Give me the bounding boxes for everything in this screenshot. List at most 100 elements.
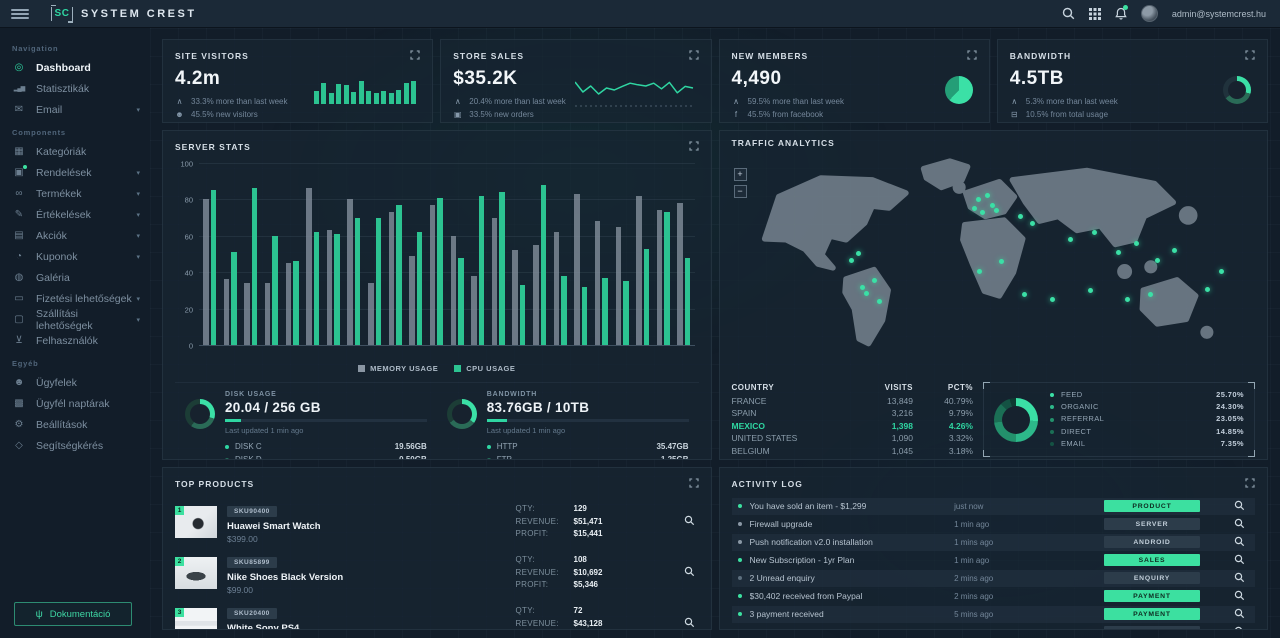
magnifier-icon[interactable] xyxy=(684,615,695,630)
sidebar-item-beallitasok[interactable]: ⚙Beállítások xyxy=(0,414,150,435)
map-marker-dot[interactable] xyxy=(1030,221,1035,226)
sidebar-item-felhasznalok[interactable]: ⊻Felhasználók xyxy=(0,330,150,351)
sidebar-item-fizetesi-lehetosegek[interactable]: ▭Fizetési lehetőségek▾ xyxy=(0,288,150,309)
activity-row[interactable]: $30,402 received from Paypal2 mins agoPA… xyxy=(732,588,1256,605)
search-icon[interactable] xyxy=(1062,7,1075,20)
map-zoom-in-button[interactable]: + xyxy=(734,168,747,181)
expand-icon[interactable] xyxy=(689,47,699,65)
notification-dot xyxy=(23,165,27,169)
sidebar-item-ugyfel-naptarak[interactable]: ▩ Ügyfél naptárak xyxy=(0,393,150,414)
sidebar-item-email[interactable]: ✉Email▾ xyxy=(0,99,150,120)
sidebar-item-label: Ügyfél naptárak xyxy=(36,398,110,410)
stat-line: ▣33.5% new orders xyxy=(453,108,566,121)
sidebar-item-termekek[interactable]: ∞Termékek▾ xyxy=(0,183,150,204)
map-marker-dot[interactable] xyxy=(860,285,865,290)
bar-pair xyxy=(616,227,629,345)
activity-row[interactable]: 2 Unread enquiry2 mins agoENQUIRY xyxy=(732,570,1256,587)
hamburger-menu-icon[interactable] xyxy=(11,9,29,19)
activity-row[interactable]: Firewall upgrade1 min agoSERVER xyxy=(732,516,1256,533)
magnifier-icon[interactable] xyxy=(1234,518,1245,531)
map-marker-dot[interactable] xyxy=(872,278,877,283)
sidebar-item-segitsegkeres[interactable]: ◇Segítségkérés xyxy=(0,435,150,456)
sidebar-item-statisztikak[interactable]: ▂▄▆Statisztikák xyxy=(0,78,150,99)
glasses-icon: ∞ xyxy=(12,188,26,199)
activity-dot-icon xyxy=(738,522,742,526)
map-marker-dot[interactable] xyxy=(1018,214,1023,219)
chevron-down-icon: ▾ xyxy=(136,211,140,219)
table-row[interactable]: BELGIUM1,0453.18% xyxy=(732,445,974,458)
stat-line-text: 20.4% more than last week xyxy=(469,95,566,108)
product-row: 2SKU85899Nike Shoes Black Version$99.00Q… xyxy=(175,551,699,595)
bar-pair xyxy=(368,218,381,345)
activity-row[interactable]: 3 payment received5 mins agoPAYMENT xyxy=(732,606,1256,623)
map-marker-dot[interactable] xyxy=(849,258,854,263)
activity-dot-icon xyxy=(738,504,742,508)
documentation-button[interactable]: ψ Dokumentáció xyxy=(14,602,132,626)
user-avatar[interactable] xyxy=(1141,5,1158,22)
sidebar-item-akciok[interactable]: ▤Akciók▾ xyxy=(0,225,150,246)
activity-row[interactable]: Push notification v2.0 installation1 min… xyxy=(732,534,1256,551)
expand-icon[interactable] xyxy=(967,47,977,65)
table-row[interactable]: FRANCE13,84940.79% xyxy=(732,395,974,408)
map-marker-dot[interactable] xyxy=(1205,287,1210,292)
table-header-row: COUNTRYVISITSPCT% xyxy=(732,382,974,395)
usage-row-value: 0.50GB xyxy=(399,453,427,460)
magnifier-icon[interactable] xyxy=(1234,536,1245,549)
source-dot-icon xyxy=(1050,393,1054,397)
sidebar-item-szallitasi-lehetosegek[interactable]: ▢Szállítási lehetőségek▾ xyxy=(0,309,150,330)
stat-value: 4.5TB xyxy=(1010,68,1118,90)
map-marker-dot[interactable] xyxy=(1088,288,1093,293)
app-logo[interactable]: SC SYSTEM CREST xyxy=(51,5,197,23)
apps-grid-icon[interactable] xyxy=(1089,8,1101,20)
magnifier-icon[interactable] xyxy=(684,564,695,582)
sidebar-item-kategoriak[interactable]: ▦Kategóriák xyxy=(0,141,150,162)
sidebar-item-label: Beállítások xyxy=(36,419,87,431)
map-marker-dot[interactable] xyxy=(1068,237,1073,242)
activity-row[interactable]: You have sold an item - $1,299just nowPR… xyxy=(732,498,1256,515)
sidebar-item-rendelesek[interactable]: ▣Rendelések▾ xyxy=(0,162,150,183)
map-marker-dot[interactable] xyxy=(990,203,995,208)
magnifier-icon[interactable] xyxy=(684,513,695,531)
map-zoom-out-button[interactable]: − xyxy=(734,185,747,198)
magnifier-icon[interactable] xyxy=(1234,608,1245,621)
expand-icon[interactable] xyxy=(410,47,420,65)
sidebar-item-galeria[interactable]: ◍Galéria xyxy=(0,267,150,288)
world-map[interactable]: + − xyxy=(732,150,1256,378)
map-marker-dot[interactable] xyxy=(1155,258,1160,263)
notifications-bell-icon[interactable] xyxy=(1115,7,1127,20)
sidebar-item-ertekelesek[interactable]: ✎Értékelések▾ xyxy=(0,204,150,225)
expand-icon[interactable] xyxy=(1245,47,1255,65)
activity-text: 3 payment received xyxy=(750,609,955,619)
magnifier-icon[interactable] xyxy=(1234,500,1245,513)
table-row[interactable]: SPAIN3,2169.79% xyxy=(732,407,974,420)
activity-badge: GITHUB xyxy=(1104,626,1200,630)
map-marker-dot[interactable] xyxy=(985,193,990,198)
table-row[interactable]: MEXICO1,3984.26% xyxy=(732,420,974,433)
expand-icon[interactable] xyxy=(689,138,699,156)
visits-cell: 1,045 xyxy=(843,445,913,458)
activity-time: 2 mins ago xyxy=(954,574,1104,583)
calendar-icon: ▩ xyxy=(12,398,26,409)
qty-value: 72 xyxy=(574,605,603,618)
country-cell: MEXICO xyxy=(732,420,844,433)
sidebar-item-dashboard[interactable]: ◎Dashboard xyxy=(0,57,150,78)
map-marker-dot[interactable] xyxy=(1125,297,1130,302)
sidebar-item-ugyfelek[interactable]: ☻Ügyfelek xyxy=(0,372,150,393)
source-legend-row: EMAIL7.35% xyxy=(1050,438,1244,450)
magnifier-icon[interactable] xyxy=(1234,590,1245,603)
magnifier-icon[interactable] xyxy=(1234,626,1245,630)
sidebar-item-kuponok[interactable]: ◔Kuponok▾ xyxy=(0,246,150,267)
magnifier-icon[interactable] xyxy=(1234,554,1245,567)
activity-row[interactable]: New Subscription - 1yr Plan1 min agoSALE… xyxy=(732,552,1256,569)
expand-icon[interactable] xyxy=(1245,475,1255,493)
cursor-icon: ➤ xyxy=(1010,121,1019,123)
table-row[interactable]: UNITED STATES1,0903.32% xyxy=(732,432,974,445)
map-marker-dot[interactable] xyxy=(972,206,977,211)
sku-badge: SKU90400 xyxy=(227,506,277,517)
expand-icon[interactable] xyxy=(689,475,699,493)
activity-row[interactable]: 1 pull request from github5 mins agoGITH… xyxy=(732,624,1256,630)
country-cell: FRANCE xyxy=(732,395,844,408)
magnifier-icon[interactable] xyxy=(1234,572,1245,585)
map-marker-dot[interactable] xyxy=(1219,269,1224,274)
product-thumbnail: 2 xyxy=(175,557,217,589)
